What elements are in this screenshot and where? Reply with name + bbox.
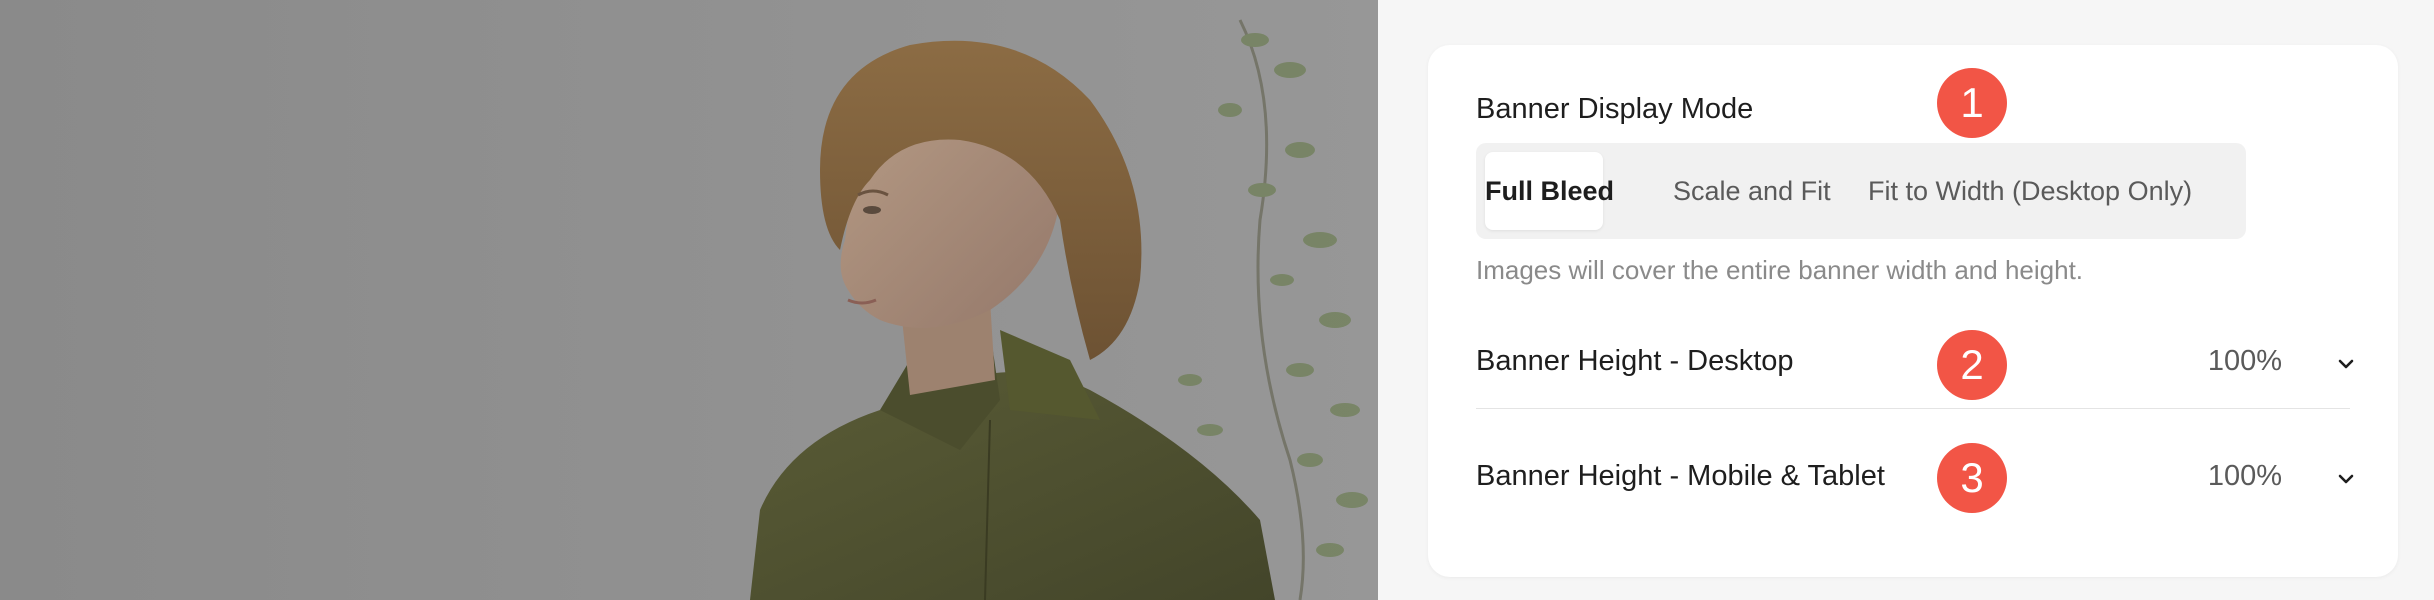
banner-height-mobile-label: Banner Height - Mobile & Tablet — [1476, 460, 1885, 492]
option-fit-to-width[interactable]: Fit to Width (Desktop Only) — [1868, 152, 2192, 230]
page: Banner Display Mode Full Bleed Scale and… — [0, 0, 2434, 600]
portrait-photo — [0, 0, 1378, 600]
banner-preview-image — [0, 0, 1378, 600]
option-scale-and-fit[interactable]: Scale and Fit — [1673, 152, 1831, 230]
banner-height-mobile-value[interactable]: 100% — [2208, 460, 2282, 493]
divider — [1476, 408, 2350, 409]
callout-badge-2: 2 — [1937, 330, 2007, 400]
display-mode-hint: Images will cover the entire banner widt… — [1476, 255, 2084, 285]
callout-badge-1: 1 — [1937, 68, 2007, 138]
banner-display-mode-control: Full Bleed Scale and Fit Fit to Width (D… — [1476, 143, 2246, 239]
chevron-down-icon[interactable] — [2333, 351, 2359, 377]
banner-display-mode-label: Banner Display Mode — [1476, 93, 1754, 125]
banner-height-desktop-value[interactable]: 100% — [2208, 345, 2282, 378]
banner-height-desktop-label: Banner Height - Desktop — [1476, 345, 1794, 377]
banner-settings-card: Banner Display Mode Full Bleed Scale and… — [1428, 45, 2398, 577]
callout-badge-3: 3 — [1937, 443, 2007, 513]
chevron-down-icon[interactable] — [2333, 466, 2359, 492]
option-full-bleed[interactable]: Full Bleed — [1485, 152, 1614, 230]
